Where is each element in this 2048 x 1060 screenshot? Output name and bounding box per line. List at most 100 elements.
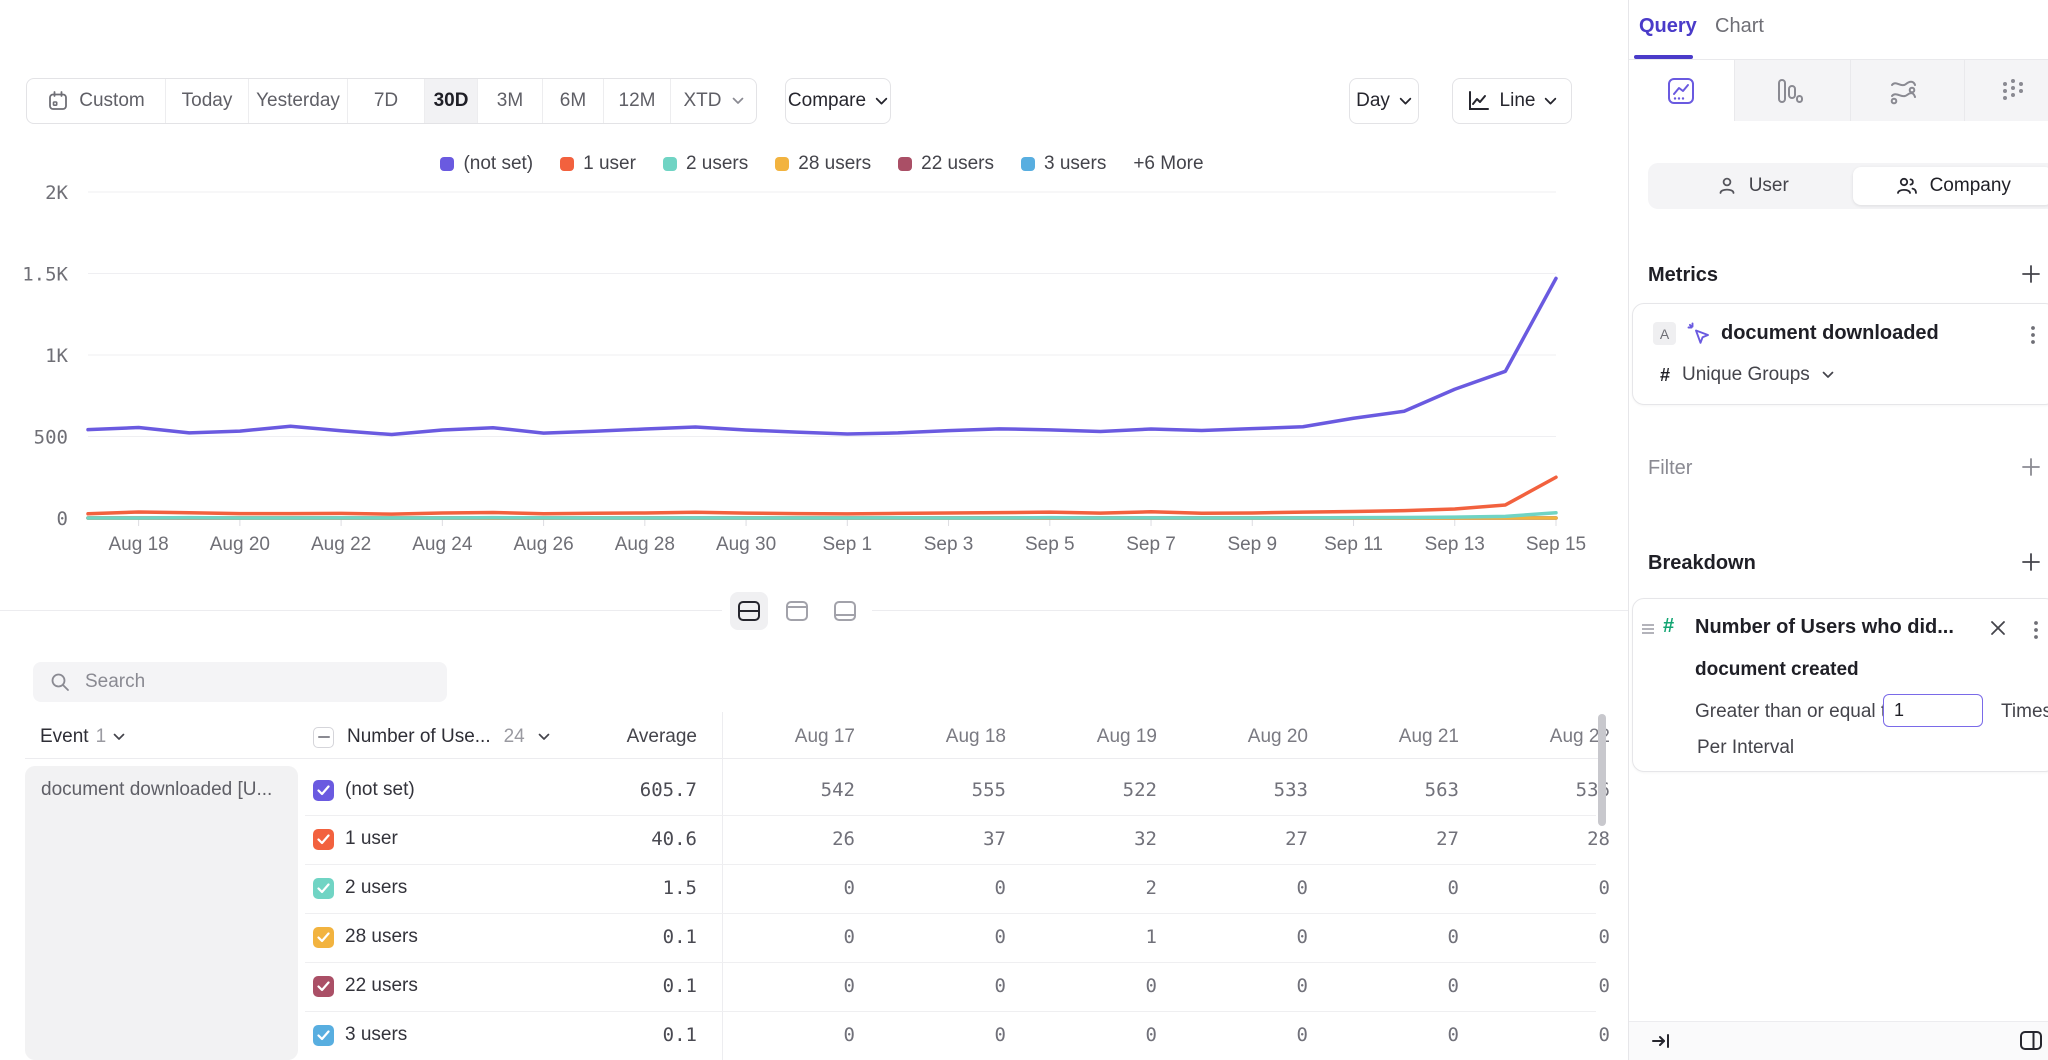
add-filter-button[interactable] (2019, 455, 2043, 479)
series-checkbox[interactable] (313, 780, 334, 801)
compare-label: Compare (788, 90, 866, 112)
search-box (33, 662, 447, 702)
drag-handle-icon[interactable] (1641, 623, 1655, 635)
range-6m[interactable]: 6M (543, 79, 604, 123)
plus-icon (2020, 263, 2042, 285)
x-axis-label: Sep 5 (1025, 534, 1075, 555)
series-value: 0 (722, 926, 873, 948)
analytics-app: CustomToday Yesterday 7D30D3M6M12MXTD Comp… (0, 0, 2048, 1060)
breakdown-card[interactable]: # Number of Users who did... document cr… (1632, 598, 2048, 772)
x-axis-label: Sep 3 (924, 534, 974, 555)
date-column-header: Aug 18 (873, 726, 1024, 748)
select-all-checkbox[interactable] (313, 727, 334, 748)
table-row: 3 users0.1000000 (0, 1011, 1628, 1060)
range-3m[interactable]: 3M (478, 79, 543, 123)
range-7d[interactable]: 7D (348, 79, 425, 123)
range-30d[interactable]: 30D (425, 79, 478, 123)
date-column-header: Aug 20 (1175, 726, 1326, 748)
row-divider (305, 815, 1596, 816)
event-column-header[interactable]: Event 1 (40, 726, 125, 748)
chart-line-1 user (88, 477, 1556, 514)
range-today[interactable]: Today (166, 79, 249, 123)
x-axis-label: Sep 7 (1126, 534, 1176, 555)
entity-option-company[interactable]: Company (1853, 167, 2048, 205)
series-checkbox[interactable] (313, 878, 334, 899)
indeterminate-icon (318, 735, 330, 739)
breakdown-value-input[interactable] (1883, 694, 1983, 727)
series-value: 37 (873, 828, 1024, 850)
range-custom[interactable]: Custom (27, 79, 166, 123)
x-axis-label: Sep 13 (1425, 534, 1485, 555)
breakdown-title[interactable]: Number of Users who did... (1695, 616, 1985, 639)
breakdown-event-name[interactable]: document created (1695, 659, 1859, 681)
check-icon (317, 981, 330, 992)
series-value: 26 (722, 828, 873, 850)
chart-type-bar-chart[interactable] (1759, 60, 1819, 121)
collapse-sidebar-button[interactable] (1651, 1031, 1671, 1051)
table-scrollbar[interactable] (1598, 714, 1606, 826)
tab-query[interactable]: Query (1639, 15, 1697, 38)
toggle-panel-button[interactable] (2019, 1030, 2043, 1052)
calendar-icon (47, 90, 69, 112)
entity-user-label: User (1749, 175, 1789, 197)
interval-button[interactable]: Day (1349, 78, 1419, 124)
series-label: 1 user (345, 828, 398, 850)
remove-breakdown-button[interactable] (1989, 619, 2007, 637)
series-average: 605.7 (540, 779, 697, 801)
series-checkbox[interactable] (313, 927, 334, 948)
entity-option-user[interactable]: User (1652, 167, 1853, 205)
filter-section-title: Filter (1648, 457, 1692, 480)
table-body: (not set)605.75425555225335635361 user40… (0, 766, 1628, 1060)
sidebar-tabbar: Query Chart (1629, 0, 2048, 60)
breakdown-menu-button[interactable] (2033, 619, 2039, 641)
table-row: (not set)605.7542555522533563536 (0, 766, 1628, 815)
range-yesterday[interactable]: Yesterday (249, 79, 348, 123)
series-checkbox[interactable] (313, 976, 334, 997)
chart-type-line-chart[interactable] (1651, 60, 1711, 121)
breakdown-interval-label[interactable]: Per Interval (1697, 737, 1794, 759)
chevron-down-icon (732, 97, 744, 105)
chart-type-scatter-grid[interactable] (1984, 60, 2044, 121)
event-sparkle-cursor-icon (1687, 322, 1711, 346)
compare-button[interactable]: Compare (785, 78, 891, 124)
range-label: Yesterday (256, 90, 340, 112)
series-value: 0 (1175, 926, 1326, 948)
measure-selector[interactable]: # Unique Groups (1660, 364, 1834, 386)
series-value: 0 (873, 926, 1024, 948)
search-input[interactable] (85, 671, 415, 693)
add-breakdown-button[interactable] (2019, 550, 2043, 574)
metric-event-name[interactable]: document downloaded (1721, 322, 1939, 345)
x-axis-label: Aug 22 (311, 534, 371, 555)
table-row: 22 users0.1000000 (0, 962, 1628, 1011)
breakdown-unit-label: Times (2001, 701, 2048, 723)
series-label: 22 users (345, 975, 418, 997)
chart-type-flow-chart[interactable] (1873, 60, 1933, 121)
breakdown-condition-label[interactable]: Greater than or equal to (1695, 701, 1897, 723)
range-xtd[interactable]: XTD (671, 79, 756, 123)
series-value: 0 (1326, 877, 1477, 899)
series-label: 3 users (345, 1024, 407, 1046)
check-icon (317, 1030, 330, 1041)
group-column-header[interactable]: Number of Use... 24 (313, 726, 550, 748)
metric-menu-button[interactable] (2030, 324, 2036, 346)
arrow-to-bar-icon (1651, 1031, 1671, 1051)
y-axis-label: 500 (34, 427, 68, 449)
series-checkbox[interactable] (313, 1025, 334, 1046)
chevron-down-icon (1544, 97, 1557, 106)
tab-chart[interactable]: Chart (1715, 15, 1764, 38)
company-icon (1895, 175, 1919, 197)
series-checkbox[interactable] (313, 829, 334, 850)
chart-style-button[interactable]: Line (1452, 78, 1572, 124)
series-value: 542 (722, 779, 873, 801)
series-label: (not set) (345, 779, 415, 801)
x-axis-label: Sep 15 (1526, 534, 1586, 555)
layout-split-view-button[interactable] (730, 592, 768, 630)
series-value: 2 (1024, 877, 1175, 899)
metric-card[interactable]: A document downloaded # Unique Groups (1632, 303, 2048, 405)
layout-table-only-button[interactable] (826, 592, 864, 630)
layout-chart-only-button[interactable] (778, 592, 816, 630)
add-metric-button[interactable] (2019, 262, 2043, 286)
chevron-down-icon (113, 733, 125, 741)
series-label: 28 users (345, 926, 418, 948)
range-12m[interactable]: 12M (604, 79, 671, 123)
